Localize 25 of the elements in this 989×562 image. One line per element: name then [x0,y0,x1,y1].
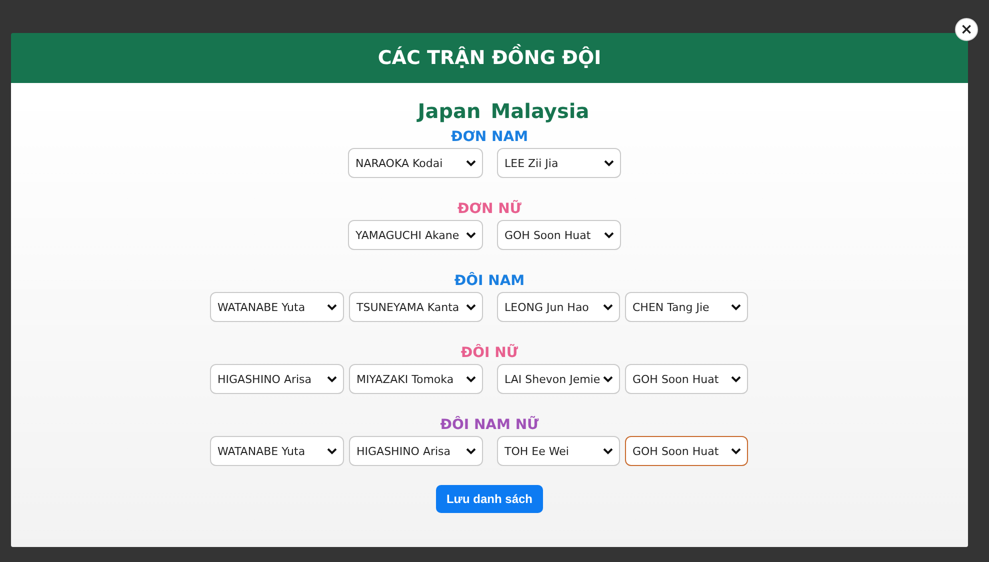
player-select[interactable]: MIYAZAKI Tomoka [348,364,482,394]
team-name: Malaysia [490,99,590,123]
player-select[interactable]: LAI Shevon Jemie [496,364,620,394]
match-label: ĐÔI NỮ [460,345,518,361]
match-label: ĐÔI NAM NỮ [440,417,539,433]
player-select[interactable]: LEE Zii Jia [496,148,620,178]
player-select[interactable]: TOH Ee Wei [496,436,620,466]
player-select[interactable]: GOH Soon Huat [624,436,748,466]
player-select[interactable]: GOH Soon Huat [496,220,620,250]
team-name: Japan [418,99,481,123]
player-select[interactable]: GOH Soon Huat [624,364,748,394]
match-label: ĐÔI NAM [454,273,525,289]
player-select[interactable]: HIGASHINO Arisa [210,364,344,394]
player-select[interactable]: HIGASHINO Arisa [348,436,482,466]
close-button[interactable]: × [955,18,978,41]
player-select[interactable]: LEONG Jun Hao [496,292,620,322]
save-list-button[interactable]: Lưu danh sách [436,485,543,513]
player-select[interactable]: YAMAGUCHI Akane [348,220,482,250]
player-select[interactable]: WATANABE Yuta [210,292,344,322]
player-select[interactable]: TSUNEYAMA Kanta [348,292,482,322]
player-select[interactable]: WATANABE Yuta [210,436,344,466]
match-label: ĐƠN NỮ [458,201,522,217]
player-select[interactable]: NARAOKA Kodai [348,148,482,178]
player-select[interactable]: CHEN Tang Jie [624,292,748,322]
match-label: ĐƠN NAM [450,129,528,145]
